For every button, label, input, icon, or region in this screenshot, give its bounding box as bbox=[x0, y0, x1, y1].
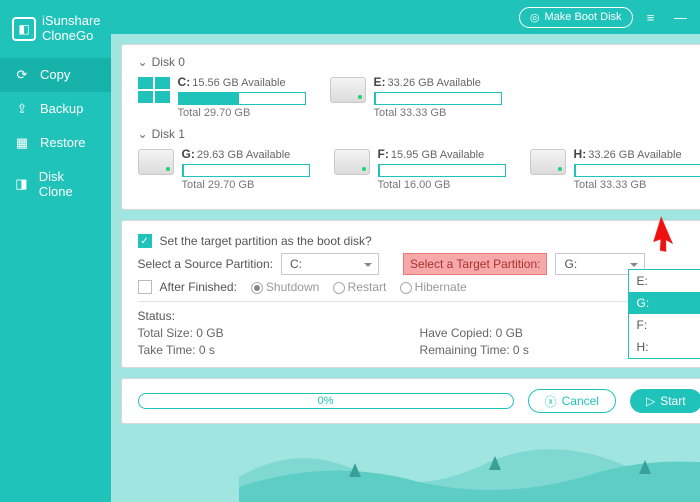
status-total-size: Total Size: 0 GB bbox=[138, 326, 420, 340]
radio-shutdown[interactable] bbox=[251, 282, 263, 294]
drive-icon bbox=[334, 149, 370, 175]
boot-checkbox-label: Set the target partition as the boot dis… bbox=[160, 234, 372, 248]
backup-icon: ⇪ bbox=[14, 101, 30, 117]
partition-label: H:33.26 GB Available bbox=[574, 147, 700, 161]
status-take-time: Take Time: 0 s bbox=[138, 343, 420, 357]
restore-icon: ▦ bbox=[14, 135, 30, 151]
usage-bar bbox=[574, 164, 700, 177]
dropdown-option[interactable]: F: bbox=[629, 314, 700, 336]
partition-label: C:15.56 GB Available bbox=[178, 75, 306, 89]
source-partition-select[interactable]: C: bbox=[281, 253, 379, 275]
progress-bar: 0% bbox=[138, 393, 514, 409]
dropdown-option[interactable]: G: bbox=[629, 292, 700, 314]
start-button[interactable]: ▷Start bbox=[630, 389, 700, 413]
nav-label: Disk Clone bbox=[39, 169, 97, 199]
source-label: Select a Source Partition: bbox=[138, 257, 273, 271]
cancel-icon: ⓧ bbox=[545, 393, 557, 410]
drive-icon bbox=[138, 149, 174, 175]
disk-header[interactable]: ⌄ Disk 0 bbox=[138, 55, 700, 69]
logo-icon: ◧ bbox=[12, 17, 36, 41]
usage-bar bbox=[378, 164, 506, 177]
app-logo: ◧ iSunshareCloneGo bbox=[0, 8, 111, 58]
after-finished-checkbox[interactable] bbox=[138, 280, 152, 294]
drive-icon bbox=[330, 77, 366, 103]
radio-label: Restart bbox=[348, 280, 387, 294]
partition-E[interactable]: E:33.26 GB Available Total 33.33 GB bbox=[330, 75, 502, 119]
footer-panel: 0% ⓧCancel ▷Start bbox=[121, 378, 700, 424]
partition-total: Total 33.33 GB bbox=[574, 179, 700, 191]
nav-label: Copy bbox=[40, 67, 70, 82]
nav-label: Backup bbox=[40, 101, 83, 116]
partition-G[interactable]: G:29.63 GB Available Total 29.70 GB bbox=[138, 147, 310, 191]
nav-restore[interactable]: ▦ Restore bbox=[0, 126, 111, 160]
status-heading: Status: bbox=[138, 309, 700, 323]
dropdown-option[interactable]: H: bbox=[629, 336, 700, 358]
radio-label: Shutdown bbox=[266, 280, 319, 294]
nav-disk-clone[interactable]: ◨ Disk Clone bbox=[0, 160, 111, 208]
partition-label: G:29.63 GB Available bbox=[182, 147, 310, 161]
copy-icon: ⟳ bbox=[14, 67, 30, 83]
usage-bar bbox=[182, 164, 310, 177]
chevron-down-icon: ⌄ bbox=[138, 55, 148, 69]
minimize-button[interactable]: — bbox=[669, 5, 693, 29]
disk-header[interactable]: ⌄ Disk 1 bbox=[138, 127, 700, 141]
disks-panel: ⌄ Disk 0 C:15.56 GB Available Total 29.7… bbox=[121, 44, 700, 210]
titlebar: ◎ Make Boot Disk ≡ — ✕ bbox=[111, 0, 700, 34]
drive-icon bbox=[530, 149, 566, 175]
usage-bar bbox=[178, 92, 306, 105]
windows-icon bbox=[138, 77, 170, 103]
disc-icon: ◎ bbox=[530, 11, 540, 24]
partition-total: Total 33.33 GB bbox=[374, 107, 502, 119]
partition-total: Total 29.70 GB bbox=[182, 179, 310, 191]
dropdown-option[interactable]: E: bbox=[629, 270, 700, 292]
partition-F[interactable]: F:15.95 GB Available Total 16.00 GB bbox=[334, 147, 506, 191]
target-partition-dropdown[interactable]: E: G: F: H: bbox=[628, 269, 700, 359]
sidebar: ◧ iSunshareCloneGo ⟳ Copy ⇪ Backup ▦ Res… bbox=[0, 0, 111, 502]
settings-icon[interactable]: ≡ bbox=[639, 5, 663, 29]
make-boot-disk-button[interactable]: ◎ Make Boot Disk bbox=[519, 7, 633, 28]
partition-label: F:15.95 GB Available bbox=[378, 147, 506, 161]
nav-copy[interactable]: ⟳ Copy bbox=[0, 58, 111, 92]
options-panel: ✓ Set the target partition as the boot d… bbox=[121, 220, 700, 368]
partition-label: E:33.26 GB Available bbox=[374, 75, 502, 89]
nav-label: Restore bbox=[40, 135, 86, 150]
partition-C[interactable]: C:15.56 GB Available Total 29.70 GB bbox=[138, 75, 306, 119]
after-finished-label: After Finished: bbox=[160, 280, 237, 294]
nav-backup[interactable]: ⇪ Backup bbox=[0, 92, 111, 126]
play-icon: ▷ bbox=[646, 394, 655, 408]
radio-label: Hibernate bbox=[415, 280, 467, 294]
chevron-down-icon: ⌄ bbox=[138, 127, 148, 141]
usage-bar bbox=[374, 92, 502, 105]
radio-restart[interactable] bbox=[333, 282, 345, 294]
partition-total: Total 16.00 GB bbox=[378, 179, 506, 191]
partition-total: Total 29.70 GB bbox=[178, 107, 306, 119]
target-label: Select a Target Partition: bbox=[403, 253, 548, 275]
cancel-button[interactable]: ⓧCancel bbox=[528, 389, 616, 413]
boot-checkbox[interactable]: ✓ bbox=[138, 234, 152, 248]
diskclone-icon: ◨ bbox=[14, 176, 29, 192]
partition-H[interactable]: H:33.26 GB Available Total 33.33 GB bbox=[530, 147, 700, 191]
radio-hibernate[interactable] bbox=[400, 282, 412, 294]
